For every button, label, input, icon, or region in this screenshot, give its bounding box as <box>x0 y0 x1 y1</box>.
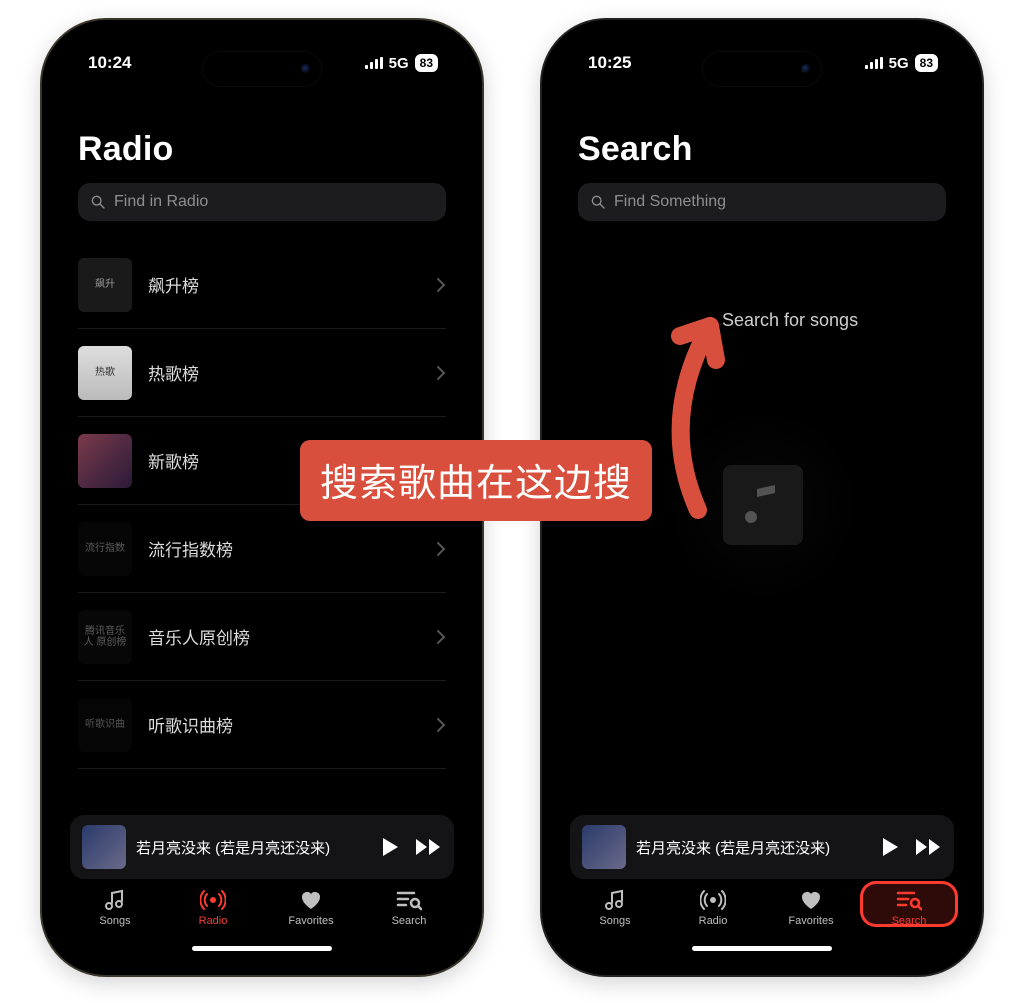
music-icon <box>603 887 627 913</box>
tab-label: Songs <box>599 915 630 927</box>
play-icon[interactable] <box>380 836 400 858</box>
search-list-icon <box>896 887 922 913</box>
chevron-right-icon <box>436 541 446 557</box>
list-item-title: 音乐人原创榜 <box>148 624 420 649</box>
dynamic-island <box>703 52 821 86</box>
tab-radio[interactable]: Radio <box>664 881 762 927</box>
music-icon <box>103 887 127 913</box>
mini-player[interactable]: 若月亮没来 (若是月亮还没来) <box>70 815 454 879</box>
search-icon <box>590 194 606 210</box>
list-item-title: 流行指数榜 <box>148 536 420 561</box>
list-thumb: 流行指数 <box>78 522 132 576</box>
list-thumb: 腾讯音乐人 原创榜 <box>78 610 132 664</box>
list-item-title: 飙升榜 <box>148 272 420 297</box>
list-thumb: 听歌识曲 <box>78 698 132 752</box>
list-item[interactable]: 热歌 热歌榜 <box>78 329 446 417</box>
now-playing-title: 若月亮没来 (若是月亮还没来) <box>136 837 370 858</box>
mini-player-art <box>82 825 126 869</box>
search-placeholder: Find in Radio <box>114 193 208 211</box>
signal-icon <box>365 57 383 69</box>
tab-radio[interactable]: Radio <box>164 881 262 927</box>
status-time: 10:24 <box>88 53 131 73</box>
empty-state-hint: Search for songs <box>722 310 858 331</box>
tab-favorites[interactable]: Favorites <box>762 881 860 927</box>
forward-icon[interactable] <box>914 837 942 857</box>
tab-songs[interactable]: Songs <box>566 881 664 927</box>
forward-icon[interactable] <box>414 837 442 857</box>
search-input[interactable]: Find Something <box>578 183 946 221</box>
mini-player[interactable]: 若月亮没来 (若是月亮还没来) <box>570 815 954 879</box>
heart-icon <box>299 887 323 913</box>
search-icon <box>90 194 106 210</box>
now-playing-title: 若月亮没来 (若是月亮还没来) <box>636 837 870 858</box>
heart-icon <box>799 887 823 913</box>
list-item-title: 热歌榜 <box>148 360 420 385</box>
tab-label: Favorites <box>288 915 333 927</box>
radio-icon <box>700 887 726 913</box>
list-item[interactable]: 听歌识曲 听歌识曲榜 <box>78 681 446 769</box>
list-thumb <box>78 434 132 488</box>
signal-icon <box>865 57 883 69</box>
tab-label: Songs <box>99 915 130 927</box>
tab-label: Search <box>892 915 927 927</box>
battery-indicator: 83 <box>415 54 438 72</box>
chevron-right-icon <box>436 717 446 733</box>
tab-label: Search <box>392 915 427 927</box>
tab-label: Radio <box>699 915 728 927</box>
list-thumb: 飙升 <box>78 258 132 312</box>
network-label: 5G <box>889 55 909 72</box>
search-placeholder: Find Something <box>614 193 726 211</box>
play-icon[interactable] <box>880 836 900 858</box>
chevron-right-icon <box>436 365 446 381</box>
tab-favorites[interactable]: Favorites <box>262 881 360 927</box>
chevron-right-icon <box>436 629 446 645</box>
music-note-icon <box>723 465 803 545</box>
network-label: 5G <box>389 55 409 72</box>
radio-icon <box>200 887 226 913</box>
tab-search[interactable]: Search <box>860 881 958 927</box>
status-time: 10:25 <box>588 53 631 73</box>
page-title: Radio <box>78 130 446 169</box>
annotation-callout: 搜索歌曲在这边搜 <box>300 440 652 521</box>
tab-songs[interactable]: Songs <box>66 881 164 927</box>
list-item-title: 听歌识曲榜 <box>148 712 420 737</box>
chevron-right-icon <box>436 277 446 293</box>
list-thumb: 热歌 <box>78 346 132 400</box>
tab-label: Favorites <box>788 915 833 927</box>
search-list-icon <box>396 887 422 913</box>
page-title: Search <box>578 130 946 169</box>
tab-label: Radio <box>199 915 228 927</box>
empty-state-art <box>658 400 868 610</box>
battery-indicator: 83 <box>915 54 938 72</box>
mini-player-art <box>582 825 626 869</box>
list-item[interactable]: 飙升 飙升榜 <box>78 241 446 329</box>
search-input[interactable]: Find in Radio <box>78 183 446 221</box>
home-indicator[interactable] <box>692 946 832 951</box>
tab-search[interactable]: Search <box>360 881 458 927</box>
dynamic-island <box>203 52 321 86</box>
home-indicator[interactable] <box>192 946 332 951</box>
list-item[interactable]: 腾讯音乐人 原创榜 音乐人原创榜 <box>78 593 446 681</box>
